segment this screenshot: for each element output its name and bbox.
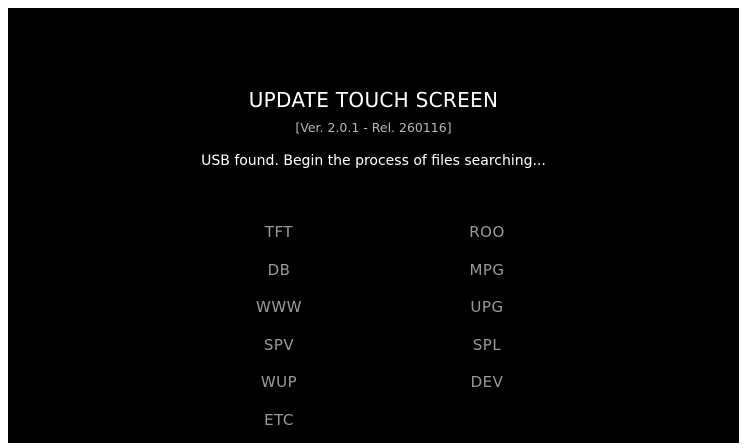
file-item-roo: ROO xyxy=(469,223,505,241)
status-message: USB found. Begin the process of files se… xyxy=(201,153,546,169)
update-screen: UPDATE TOUCH SCREEN [Ver. 2.0.1 - Rel. 2… xyxy=(8,8,739,443)
file-item-upg: UPG xyxy=(470,298,504,317)
file-column-left: TFT DB WWW SPV WUP ETC xyxy=(219,222,339,448)
version-label: [Ver. 2.0.1 - Rel. 260116] xyxy=(295,120,452,135)
file-column-right: ROO MPG UPG SPL DEV xyxy=(427,222,547,410)
file-item-www: WWW xyxy=(256,298,302,317)
file-item-spl: SPL xyxy=(472,335,502,354)
screen-title: UPDATE TOUCH SCREEN xyxy=(248,88,499,112)
file-item-etc: ETC xyxy=(264,410,294,429)
file-item-dev: DEV xyxy=(470,373,504,392)
file-item-mpg: MPG xyxy=(469,260,505,279)
file-item-wup: WUP xyxy=(260,373,298,392)
file-item-db: DB xyxy=(267,260,291,279)
file-type-list: TFT DB WWW SPV WUP ETC ROO MPG UPG SPL D… xyxy=(8,222,739,442)
file-item-tft: TFT xyxy=(264,223,294,241)
file-item-spv: SPV xyxy=(263,335,295,354)
